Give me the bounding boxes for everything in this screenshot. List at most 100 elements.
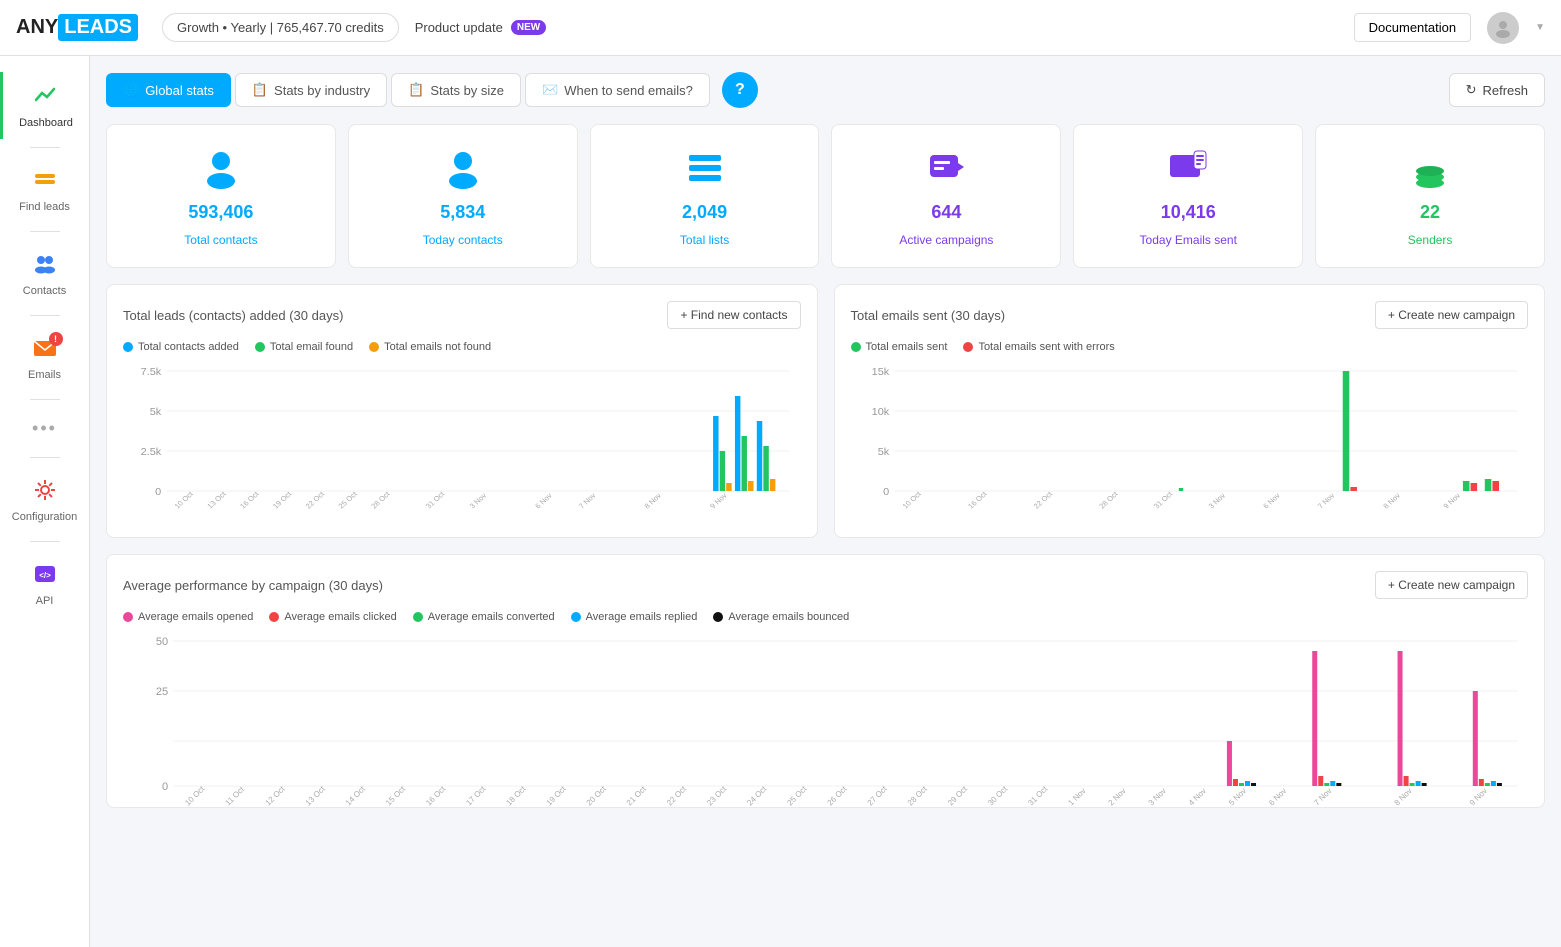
chart2-area: 15k 10k 5k 0 10 Oct 16 Oct 22 [851, 361, 1529, 521]
tab-global-stats[interactable]: 🌐 Global stats [106, 73, 231, 107]
sidebar-item-configuration[interactable]: Configuration [0, 466, 89, 533]
svg-text:9 Nov: 9 Nov [1441, 491, 1462, 510]
svg-text:6 Nov: 6 Nov [533, 491, 554, 510]
svg-text:27 Oct: 27 Oct [866, 784, 890, 808]
sidebar-item-label-dashboard: Dashboard [19, 117, 73, 129]
sidebar-item-api[interactable]: </> API [0, 550, 89, 617]
dot-contacts-added [123, 342, 133, 352]
svg-text:22 Oct: 22 Oct [304, 490, 327, 511]
stat-card-today-emails-sent: 10,416 Today Emails sent [1073, 124, 1303, 268]
svg-text:31 Oct: 31 Oct [1151, 490, 1174, 511]
active-campaigns-value: 644 [931, 202, 961, 223]
senders-icon [1408, 145, 1452, 192]
svg-text:8 Nov: 8 Nov [1393, 786, 1414, 807]
active-campaigns-label: Active campaigns [899, 233, 993, 247]
dot-avg-bounced [713, 612, 723, 622]
svg-text:1 Nov: 1 Nov [1066, 786, 1087, 807]
chart1-area: 7.5k 5k 2.5k 0 [123, 361, 801, 521]
svg-text:20 Oct: 20 Oct [585, 784, 609, 808]
dot-email-not-found [369, 342, 379, 352]
documentation-button[interactable]: Documentation [1354, 13, 1471, 42]
sidebar-item-find-leads[interactable]: Find leads [0, 156, 89, 223]
stat-card-total-contacts: 593,406 Total contacts [106, 124, 336, 268]
today-emails-icon [1166, 145, 1210, 192]
tab-when-to-send[interactable]: ✉️ When to send emails? [525, 73, 710, 107]
chart2-svg: 15k 10k 5k 0 10 Oct 16 Oct 22 [851, 361, 1529, 521]
total-lists-icon [683, 145, 727, 192]
logo-any: ANY [16, 16, 58, 39]
chart3-area: 50 25 0 [123, 631, 1528, 791]
tab-stats-by-industry[interactable]: 📋 Stats by industry [235, 73, 387, 107]
header-right: Documentation ▼ [1354, 12, 1545, 44]
dot-avg-converted [413, 612, 423, 622]
svg-text:5k: 5k [150, 407, 162, 418]
svg-text:28 Oct: 28 Oct [369, 490, 392, 511]
industry-icon: 📋 [252, 82, 268, 98]
refresh-button[interactable]: ↻ Refresh [1449, 73, 1545, 107]
globe-icon: 🌐 [123, 82, 139, 98]
svg-text:26 Oct: 26 Oct [826, 784, 850, 808]
legend-avg-replied: Average emails replied [571, 611, 698, 623]
legend-contacts-added: Total contacts added [123, 341, 239, 353]
svg-text:2.5k: 2.5k [141, 447, 162, 458]
create-campaign-button-2[interactable]: + Create new campaign [1375, 571, 1528, 599]
svg-text:7 Nov: 7 Nov [1312, 786, 1333, 807]
svg-text:4 Nov: 4 Nov [1187, 786, 1208, 807]
dot-emails-errors [963, 342, 973, 352]
emails-icon: ! [31, 334, 59, 365]
more-icon: ••• [32, 418, 57, 439]
chart-total-emails-sent: Total emails sent (30 days) + Create new… [834, 284, 1546, 538]
svg-text:</>: </> [39, 571, 51, 580]
svg-text:7 Nov: 7 Nov [1315, 491, 1336, 510]
svg-text:31 Oct: 31 Oct [424, 490, 447, 511]
today-contacts-value: 5,834 [440, 202, 485, 223]
chart-total-leads: Total leads (contacts) added (30 days) +… [106, 284, 818, 538]
svg-text:5k: 5k [877, 447, 889, 458]
chart3-legend: Average emails opened Average emails cli… [123, 611, 1528, 623]
sidebar-item-more[interactable]: ••• [0, 408, 89, 449]
sidebar-item-emails[interactable]: ! Emails [0, 324, 89, 391]
svg-text:6 Nov: 6 Nov [1261, 491, 1282, 510]
chart2-title: Total emails sent (30 days) [851, 308, 1006, 323]
svg-text:3 Nov: 3 Nov [1147, 786, 1168, 807]
find-leads-icon [31, 166, 59, 197]
tab-stats-by-size[interactable]: 📋 Stats by size [391, 73, 521, 107]
active-campaigns-icon [924, 145, 968, 192]
logo: ANY LEADS [16, 14, 138, 41]
help-button[interactable]: ? [722, 72, 758, 108]
svg-text:16 Oct: 16 Oct [238, 490, 261, 511]
svg-text:28 Oct: 28 Oct [1097, 490, 1120, 511]
legend-email-found: Total email found [255, 341, 353, 353]
email-tab-icon: ✉️ [542, 82, 558, 98]
sidebar-item-contacts[interactable]: Contacts [0, 240, 89, 307]
today-emails-label: Today Emails sent [1140, 233, 1237, 247]
sidebar-item-label-find-leads: Find leads [19, 201, 70, 213]
sidebar-item-label-contacts: Contacts [23, 285, 66, 297]
create-campaign-button-1[interactable]: + Create new campaign [1375, 301, 1528, 329]
dot-avg-replied [571, 612, 581, 622]
svg-text:24 Oct: 24 Oct [745, 784, 769, 808]
configuration-icon [31, 476, 59, 507]
today-contacts-label: Today contacts [423, 233, 503, 247]
svg-text:2 Nov: 2 Nov [1107, 786, 1128, 807]
dot-emails-sent [851, 342, 861, 352]
sidebar-item-dashboard[interactable]: Dashboard [0, 72, 89, 139]
svg-text:15 Oct: 15 Oct [384, 784, 408, 808]
chart3-svg: 50 25 0 [123, 631, 1528, 811]
dot-email-found [255, 342, 265, 352]
main-content: 🌐 Global stats 📋 Stats by industry 📋 Sta… [90, 56, 1561, 824]
find-new-contacts-button[interactable]: + Find new contacts [667, 301, 800, 329]
chart1-title: Total leads (contacts) added (30 days) [123, 308, 343, 323]
today-contacts-icon [441, 145, 485, 192]
avatar[interactable] [1487, 12, 1519, 44]
svg-text:5 Nov: 5 Nov [1227, 786, 1248, 807]
svg-text:0: 0 [162, 781, 168, 793]
svg-text:12 Oct: 12 Oct [264, 784, 288, 808]
svg-text:3 Nov: 3 Nov [1206, 491, 1227, 510]
total-contacts-icon [199, 145, 243, 192]
svg-text:11 Oct: 11 Oct [223, 784, 246, 807]
svg-text:25 Oct: 25 Oct [336, 490, 359, 511]
chart2-legend: Total emails sent Total emails sent with… [851, 341, 1529, 353]
avatar-dropdown-icon[interactable]: ▼ [1535, 22, 1545, 33]
svg-text:25: 25 [156, 686, 168, 698]
